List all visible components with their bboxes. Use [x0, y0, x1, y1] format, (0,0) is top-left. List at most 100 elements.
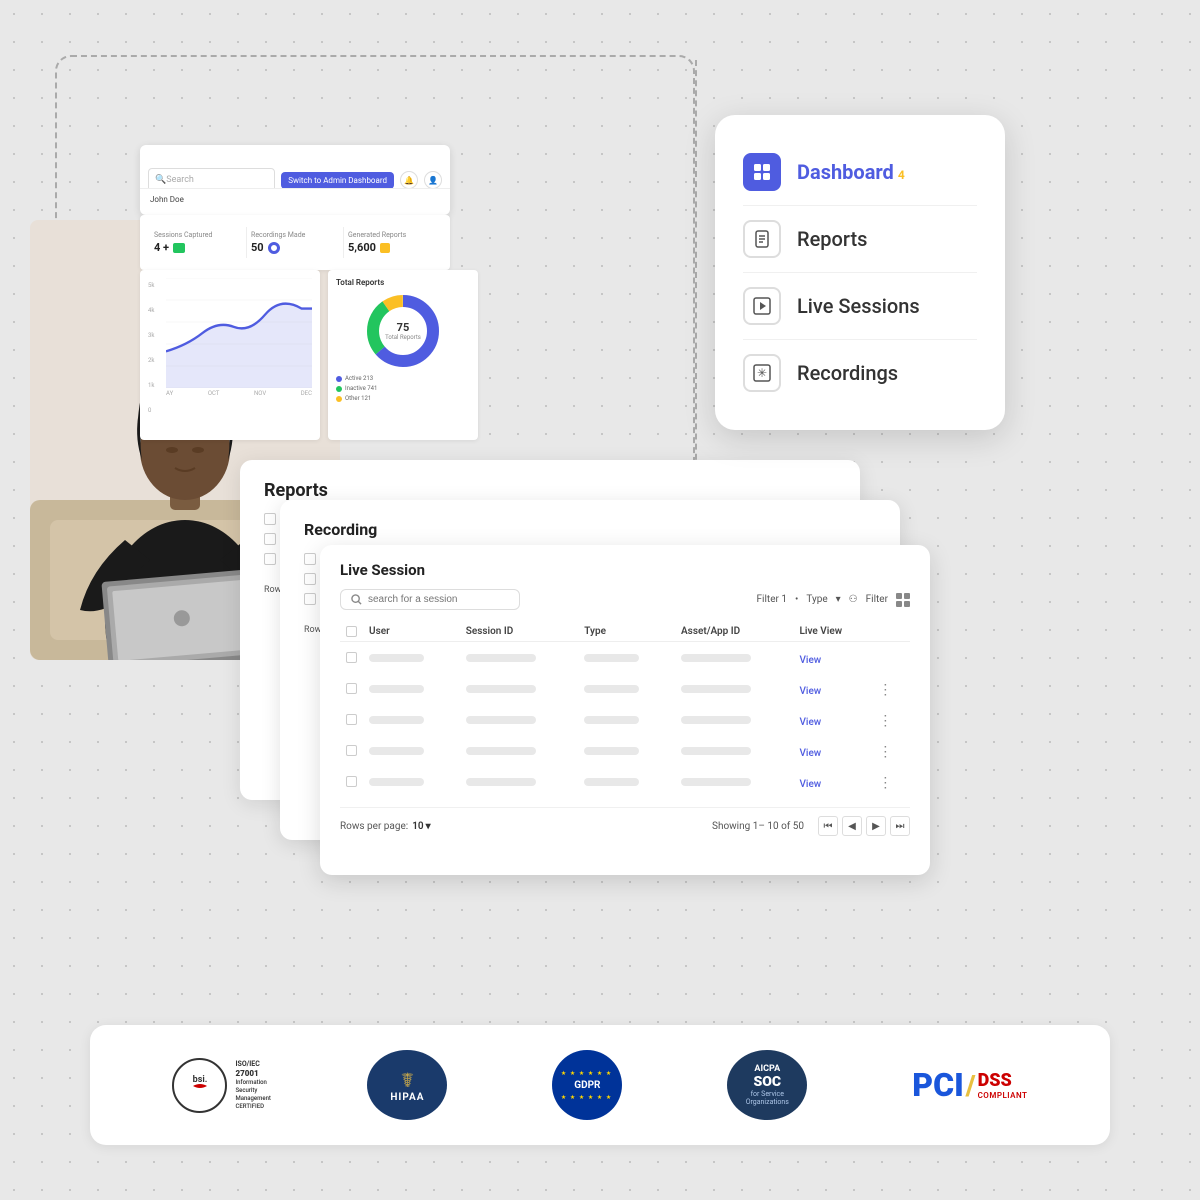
more-icon-2[interactable]: ⋮ [878, 682, 892, 698]
type-filter[interactable]: Type [806, 594, 827, 605]
chart-y-1k: 1k [148, 382, 162, 389]
nav-item-live-sessions[interactable]: Live Sessions [743, 273, 977, 340]
more-icon-5[interactable]: ⋮ [878, 775, 892, 791]
user-skeleton-3 [369, 716, 424, 724]
type-skeleton-4 [584, 747, 639, 755]
user-skeleton-5 [369, 778, 424, 786]
chart-x-oct: OCT [208, 390, 220, 397]
row-checkbox-1[interactable] [346, 652, 357, 663]
asset-skeleton-1 [681, 654, 751, 662]
recording-page-title: Recording [304, 520, 876, 539]
aicpa-sub-text: for ServiceOrganizations [746, 1090, 789, 1106]
filter-text[interactable]: Filter [866, 594, 888, 605]
play-icon [752, 296, 772, 316]
user-name-bar: John Doe [140, 188, 450, 210]
first-page-button[interactable]: ⏮ [818, 816, 838, 836]
row-checkbox-5[interactable] [346, 776, 357, 787]
admin-dashboard-button[interactable]: Switch to Admin Dashboard [281, 172, 394, 189]
legend-dot-active [336, 376, 342, 382]
checkbox-back-2[interactable] [264, 533, 276, 545]
live-sessions-icon-box [743, 287, 781, 325]
table-header-row: User Session ID Type Asset/App ID Live V… [340, 622, 910, 642]
chart-y-0: 0 [148, 407, 162, 414]
donut-sublabel: Total Reports [385, 334, 421, 341]
chart-y-5k: 5k [148, 282, 162, 289]
asset-skeleton-4 [681, 747, 751, 755]
session-skeleton-2 [466, 685, 536, 693]
view-link-1[interactable]: View [799, 655, 821, 666]
main-container: 🔍 Search Switch to Admin Dashboard 🔔 👤 J… [0, 0, 1200, 1200]
view-link-2[interactable]: View [799, 686, 821, 697]
soc-text: SOC [753, 1074, 781, 1090]
reports-label: Generated Reports [348, 231, 436, 239]
checkbox-rec-1[interactable] [304, 553, 316, 565]
table-row: View ⋮ [340, 735, 910, 766]
showing-text: Showing 1– 10 of 50 [712, 821, 804, 832]
rows-per-page-select[interactable]: 10 ▾ [412, 821, 430, 832]
type-skeleton-5 [584, 778, 639, 786]
reports-icon-box [743, 220, 781, 258]
dashboard-icon-box [743, 153, 781, 191]
session-search-box[interactable] [340, 589, 520, 610]
row-checkbox-3[interactable] [346, 714, 357, 725]
table-row: View ⋮ [340, 673, 910, 704]
bsi-text: ISO/IEC 27001 Information Security Manag… [235, 1060, 270, 1111]
user-skeleton-2 [369, 685, 424, 693]
next-page-button[interactable]: ▶ [866, 816, 886, 836]
live-session-table: User Session ID Type Asset/App ID Live V… [340, 622, 910, 797]
type-skeleton-3 [584, 716, 639, 724]
line-chart-svg [166, 278, 312, 388]
legend-dot-inactive [336, 386, 342, 392]
reports-page-title: Reports [264, 480, 836, 501]
view-link-3[interactable]: View [799, 717, 821, 728]
row-checkbox-4[interactable] [346, 745, 357, 756]
nav-label-dashboard: Dashboard4 [797, 160, 905, 184]
more-icon-3[interactable]: ⋮ [878, 713, 892, 729]
nav-item-recordings[interactable]: ✳ Recordings [743, 340, 977, 406]
table-body: View View ⋮ [340, 642, 910, 798]
view-link-5[interactable]: View [799, 779, 821, 790]
svg-text:✳: ✳ [757, 366, 767, 380]
th-session-id: Session ID [460, 622, 578, 642]
more-icon-4[interactable]: ⋮ [878, 744, 892, 760]
legend-item-active: Active 213 [336, 375, 470, 382]
nav-item-dashboard[interactable]: Dashboard4 [743, 139, 977, 206]
stats-card: Sessions Captured 4 + Recordings Made 50… [140, 215, 450, 270]
user-avatar-icon[interactable]: 👤 [424, 171, 442, 189]
pagination-right: Showing 1– 10 of 50 ⏮ ◀ ▶ ⏭ [712, 816, 910, 836]
header-checkbox[interactable] [346, 626, 357, 637]
type-skeleton-1 [584, 654, 639, 662]
session-search-input[interactable] [368, 594, 500, 605]
prev-page-button[interactable]: ◀ [842, 816, 862, 836]
filter-icon: ⚇ [849, 594, 858, 605]
gdpr-logo: ★ ★ ★ ★ ★ ★ GDPR ★ ★ ★ ★ ★ ★ [552, 1050, 622, 1120]
user-name-text: John Doe [150, 195, 184, 204]
nav-label-recordings: Recordings [797, 361, 898, 385]
recordings-stat: Recordings Made 50 [247, 227, 344, 258]
type-skeleton-2 [584, 685, 639, 693]
rows-per-page-value: 10 [412, 821, 423, 832]
checkbox-back-1[interactable] [264, 513, 276, 525]
donut-value: 75 [385, 321, 421, 334]
aicpa-soc-logo: AICPA SOC for ServiceOrganizations [727, 1050, 807, 1120]
nav-label-reports: Reports [797, 227, 867, 251]
th-type: Type [578, 622, 675, 642]
checkbox-back-3[interactable] [264, 553, 276, 565]
checkbox-rec-3[interactable] [304, 593, 316, 605]
table-row: View ⋮ [340, 766, 910, 797]
bsi-logo: bsi. ISO/IEC 27001 Information Security … [172, 1050, 262, 1120]
view-grid-icon[interactable] [896, 593, 910, 607]
donut-legend: Active 213 Inactive 741 Other 121 [336, 375, 470, 402]
checkbox-rec-2[interactable] [304, 573, 316, 585]
gdpr-stars-bottom: ★ ★ ★ ★ ★ ★ [561, 1094, 614, 1101]
view-link-4[interactable]: View [799, 748, 821, 759]
pagination-bar: Rows per page: 10 ▾ Showing 1– 10 of 50 … [340, 807, 910, 836]
last-page-button[interactable]: ⏭ [890, 816, 910, 836]
row-checkbox-2[interactable] [346, 683, 357, 694]
chart-x-ay: AY [166, 390, 173, 397]
recordings-value: 50 [251, 241, 339, 254]
line-chart: 5k 4k 3k 2k 1k 0 [140, 270, 320, 440]
nav-item-reports[interactable]: Reports [743, 206, 977, 273]
notification-icon[interactable]: 🔔 [400, 171, 418, 189]
donut-title: Total Reports [336, 278, 470, 287]
